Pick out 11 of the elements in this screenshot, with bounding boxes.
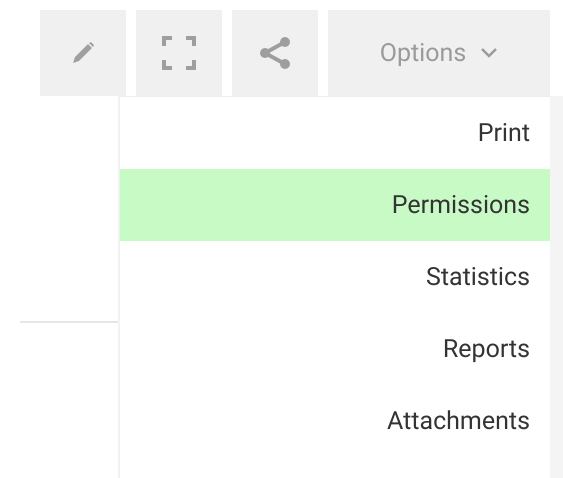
share-button[interactable] xyxy=(232,10,318,96)
menu-item[interactable]: Statistics xyxy=(120,241,550,313)
share-icon xyxy=(257,35,293,71)
menu-item[interactable]: Print xyxy=(120,97,550,169)
chevron-down-icon xyxy=(480,47,498,59)
menu-item[interactable]: Permissions xyxy=(120,169,550,241)
menu-item[interactable]: Reports xyxy=(120,313,550,385)
fullscreen-button[interactable] xyxy=(136,10,222,96)
fullscreen-icon xyxy=(160,34,198,72)
menu-item[interactable]: Attachments xyxy=(120,385,550,457)
pencil-icon xyxy=(71,41,95,65)
